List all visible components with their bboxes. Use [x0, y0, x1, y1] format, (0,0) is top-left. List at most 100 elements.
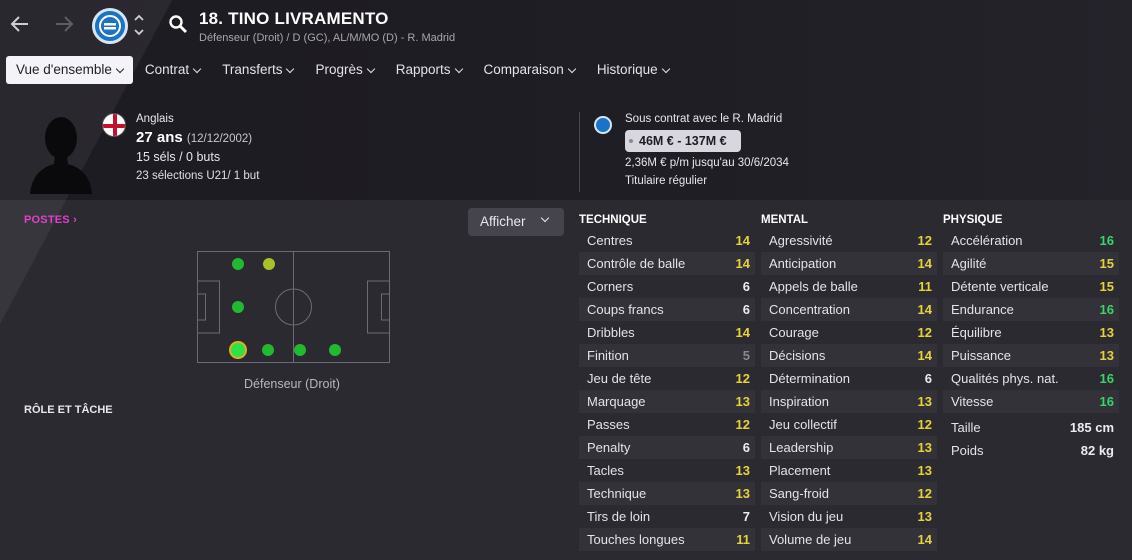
- attribute-row[interactable]: Appels de balle 11: [761, 275, 937, 298]
- attribute-row[interactable]: Endurance 16: [943, 298, 1119, 321]
- attribute-row[interactable]: Placement 13: [761, 459, 937, 482]
- attribute-row[interactable]: Taille 185 cm: [943, 416, 1119, 439]
- tab-label: Vue d'ensemble: [16, 62, 112, 77]
- chevron-down-icon: [366, 64, 375, 73]
- attribute-value: 6: [742, 440, 750, 455]
- info-divider: [579, 112, 580, 192]
- attribute-name: Jeu collectif: [769, 417, 837, 432]
- role-and-duty-heading: RÔLE ET TÂCHE: [24, 404, 113, 416]
- attribute-row[interactable]: Détermination 6: [761, 367, 937, 390]
- position-dots: [229, 258, 341, 359]
- tab-history[interactable]: Historique: [587, 56, 679, 84]
- attribute-row[interactable]: Qualités phys. nat. 16: [943, 367, 1119, 390]
- attribute-name: Agressivité: [769, 233, 833, 248]
- attribute-row[interactable]: Sang-froid 12: [761, 482, 937, 505]
- tab-overview[interactable]: Vue d'ensemble: [6, 56, 133, 84]
- contract-club: Sous contrat avec le R. Madrid: [625, 113, 783, 125]
- attribute-row[interactable]: Anticipation 14: [761, 252, 937, 275]
- attribute-row[interactable]: Puissance 13: [943, 344, 1119, 367]
- position-dot: [263, 258, 275, 270]
- forward-arrow-icon[interactable]: [52, 12, 76, 36]
- attribute-name: Vision du jeu: [769, 509, 844, 524]
- attribute-row[interactable]: Vitesse 16: [943, 390, 1119, 413]
- attribute-value: 82 kg: [1080, 443, 1114, 458]
- tab-transfers[interactable]: Transferts: [212, 56, 303, 84]
- attribute-row[interactable]: Dribbles 14: [579, 321, 755, 344]
- attribute-row[interactable]: Jeu de tête 12: [579, 367, 755, 390]
- attribute-row[interactable]: Décisions 14: [761, 344, 937, 367]
- attribute-row[interactable]: Marquage 13: [579, 390, 755, 413]
- attribute-row[interactable]: Jeu collectif 12: [761, 413, 937, 436]
- attribute-row[interactable]: Penalty 6: [579, 436, 755, 459]
- attribute-row[interactable]: Leadership 13: [761, 436, 937, 459]
- international-caps: 15 séls / 0 buts: [136, 150, 221, 164]
- attribute-row[interactable]: Tacles 13: [579, 459, 755, 482]
- attribute-name: Vitesse: [951, 394, 994, 409]
- attribute-value: 14: [917, 348, 932, 363]
- attribute-value: 14: [917, 302, 932, 317]
- club-contract-icon: [594, 116, 612, 134]
- attribute-row[interactable]: Corners 6: [579, 275, 755, 298]
- tab-label: Rapports: [395, 62, 451, 77]
- attribute-row[interactable]: Courage 12: [761, 321, 937, 344]
- attribute-value: 12: [917, 233, 932, 248]
- attribute-name: Sang-froid: [769, 486, 829, 501]
- chevron-right-icon: ›: [73, 214, 77, 226]
- attribute-row[interactable]: Centres 14: [579, 229, 755, 252]
- tab-progress[interactable]: Progrès: [305, 56, 383, 84]
- attribute-value: 5: [742, 348, 750, 363]
- tab-reports[interactable]: Rapports: [386, 56, 472, 84]
- attribute-row[interactable]: Tirs de loin 7: [579, 505, 755, 528]
- attribute-row[interactable]: Détente verticale 15: [943, 275, 1119, 298]
- search-icon[interactable]: [168, 14, 188, 34]
- attribute-name: Qualités phys. nat.: [951, 371, 1059, 386]
- attribute-name: Marquage: [587, 394, 646, 409]
- attribute-name: Penalty: [587, 440, 631, 455]
- attribute-row[interactable]: Finition 5: [579, 344, 755, 367]
- tab-contract[interactable]: Contrat: [135, 56, 210, 84]
- display-dropdown[interactable]: Afficher: [468, 208, 564, 236]
- tab-label: Comparaison: [483, 62, 564, 77]
- attribute-name: Puissance: [951, 348, 1011, 363]
- club-badge-icon[interactable]: [92, 8, 128, 44]
- attribute-row[interactable]: Accélération 16: [943, 229, 1119, 252]
- attribute-value: 13: [1099, 348, 1114, 363]
- attribute-name: Coups francs: [587, 302, 664, 317]
- nationality: Anglais: [136, 113, 174, 125]
- attribute-row[interactable]: Inspiration 13: [761, 390, 937, 413]
- attribute-row[interactable]: Coups francs 6: [579, 298, 755, 321]
- attribute-row[interactable]: Concentration 14: [761, 298, 937, 321]
- position-dot-primary-inner: [231, 343, 245, 357]
- attribute-row[interactable]: Volume de jeu 14: [761, 528, 937, 551]
- positions-link[interactable]: POSTES ›: [24, 214, 77, 226]
- attribute-row[interactable]: Équilibre 13: [943, 321, 1119, 344]
- attribute-name: Courage: [769, 325, 819, 340]
- attribute-name: Volume de jeu: [769, 532, 852, 547]
- attribute-row[interactable]: Contrôle de balle 14: [579, 252, 755, 275]
- attribute-row[interactable]: Technique 13: [579, 482, 755, 505]
- mental-attributes: MENTAL Agressivité 12 Anticipation 14 Appels…: [761, 212, 937, 551]
- attribute-name: Corners: [587, 279, 634, 294]
- attribute-row[interactable]: Vision du jeu 13: [761, 505, 937, 528]
- back-arrow-icon[interactable]: [8, 12, 32, 36]
- attribute-row[interactable]: Agilité 15: [943, 252, 1119, 275]
- display-dropdown-label: Afficher: [480, 214, 526, 229]
- attribute-row[interactable]: Touches longues 11: [579, 528, 755, 551]
- attribute-value: 13: [917, 394, 932, 409]
- attribute-row[interactable]: Passes 12: [579, 413, 755, 436]
- tab-comparison[interactable]: Comparaison: [474, 56, 585, 84]
- attribute-value: 14: [917, 256, 932, 271]
- attribute-name: Leadership: [769, 440, 834, 455]
- attribute-name: Appels de balle: [769, 279, 858, 294]
- section-title: TECHNIQUE: [579, 214, 647, 226]
- top-bar: 18. TINO LIVRAMENTO Défenseur (Droit) / …: [0, 0, 1132, 52]
- attribute-value: 14: [735, 325, 750, 340]
- attribute-name: Détente verticale: [951, 279, 1049, 294]
- physical-attributes: PHYSIQUE Accélération 16 Agilité 15 Détente …: [943, 212, 1119, 462]
- switch-player-icon[interactable]: [132, 10, 146, 40]
- attribute-row[interactable]: Poids 82 kg: [943, 439, 1119, 462]
- attribute-name: Tirs de loin: [587, 509, 651, 524]
- attribute-value: 14: [917, 532, 932, 547]
- attribute-row[interactable]: Agressivité 12: [761, 229, 937, 252]
- transfer-value-badge[interactable]: 46M € - 137M €: [625, 130, 741, 152]
